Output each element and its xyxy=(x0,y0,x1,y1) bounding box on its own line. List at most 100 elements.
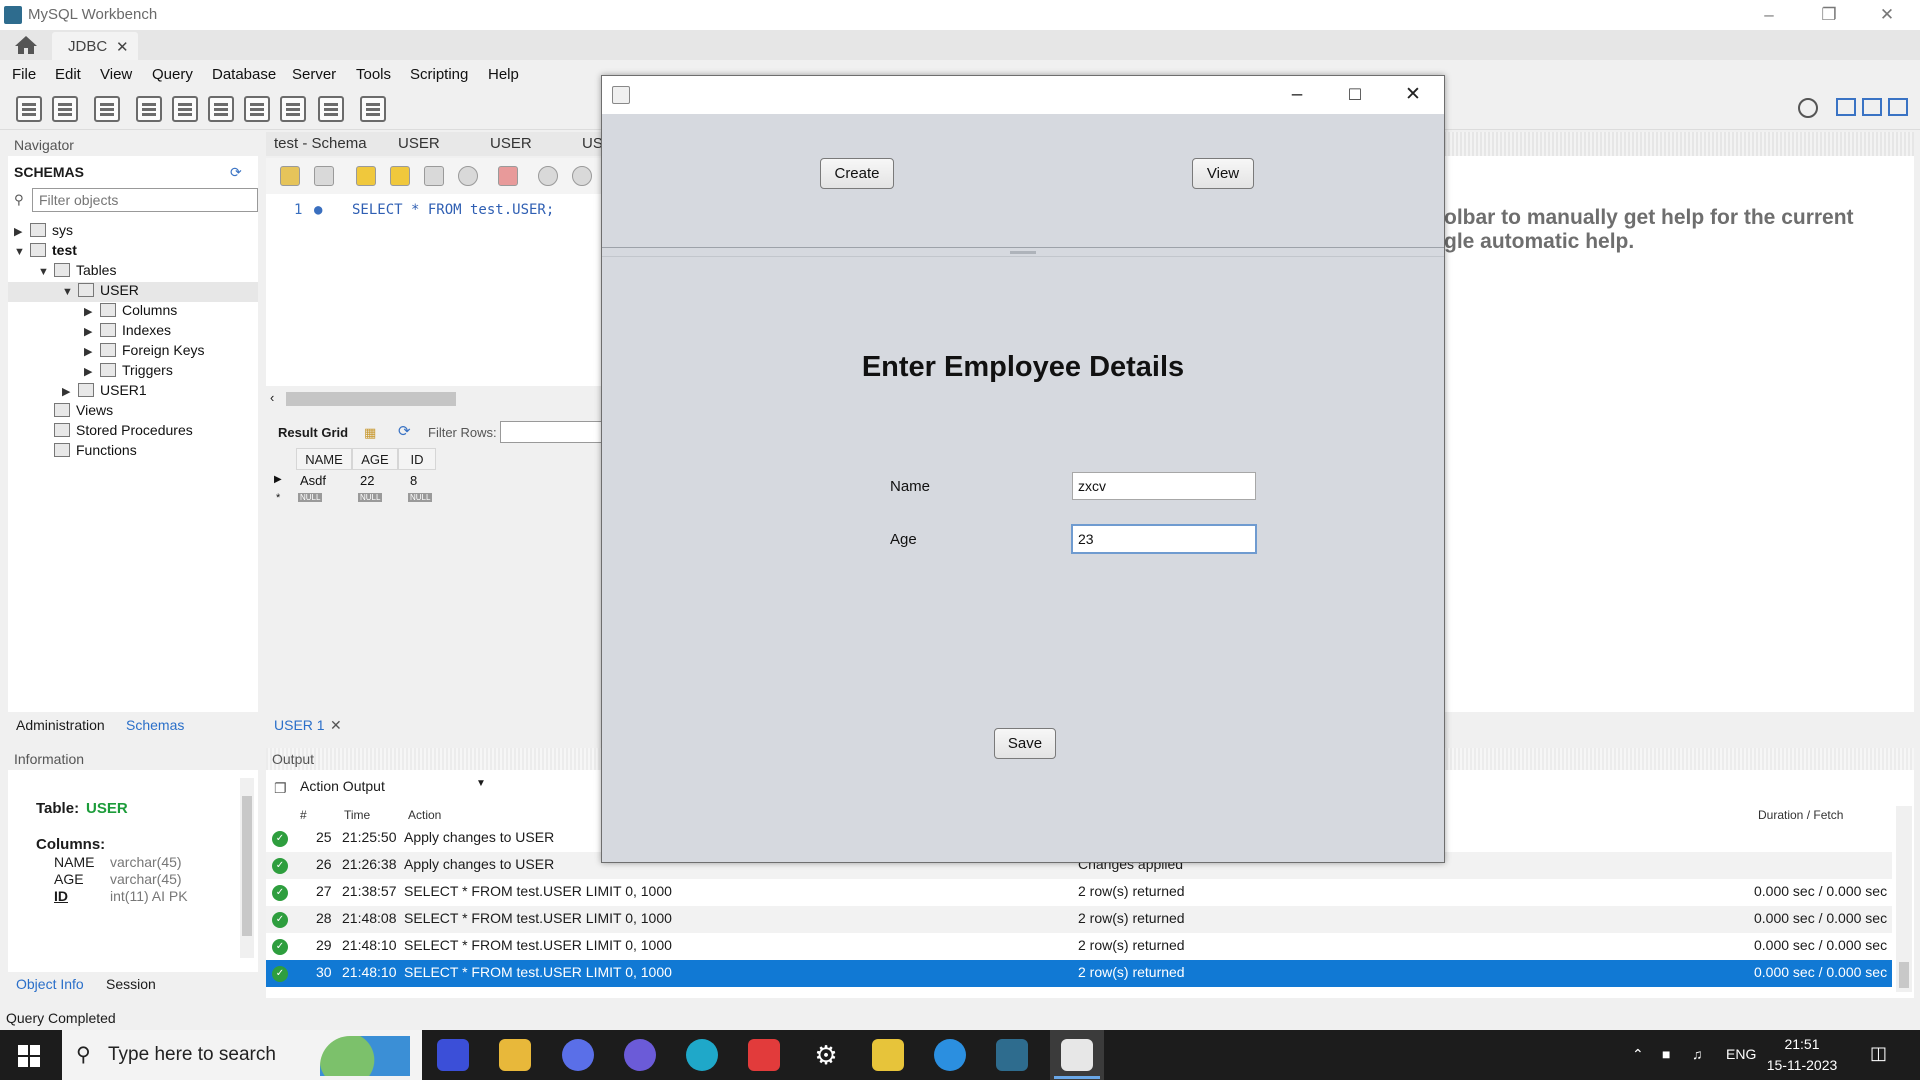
copy-icon[interactable]: ❐ xyxy=(274,780,287,797)
editor-horizontal-scrollbar[interactable]: ‹ xyxy=(266,390,606,408)
collapse-arrow-icon[interactable]: ▼ xyxy=(38,266,54,278)
menu-server[interactable]: Server xyxy=(292,66,336,83)
rollback-icon[interactable] xyxy=(572,166,592,186)
chrome-canary-icon[interactable] xyxy=(624,1039,656,1071)
tab-user-1[interactable]: USER 1 xyxy=(274,717,325,733)
table-cell[interactable]: 8 xyxy=(410,473,417,488)
create-schema-icon[interactable] xyxy=(136,96,162,122)
windows-start-icon[interactable] xyxy=(18,1045,40,1067)
toggle-errors-icon[interactable] xyxy=(498,166,518,186)
filter-rows-input[interactable] xyxy=(500,421,606,443)
close-button[interactable]: ✕ xyxy=(1858,0,1916,30)
create-procedure-icon[interactable] xyxy=(244,96,270,122)
tab-jdbc[interactable]: JDBC ✕ xyxy=(52,32,138,60)
preferences-icon[interactable] xyxy=(1798,98,1818,118)
menu-file[interactable]: File xyxy=(12,66,36,83)
menu-edit[interactable]: Edit xyxy=(55,66,81,83)
chevron-up-icon[interactable]: ⌃ xyxy=(1632,1046,1644,1063)
mysql-workbench-taskbar-icon[interactable] xyxy=(996,1039,1028,1071)
output-row[interactable]: ✓ 27 21:38:57 SELECT * FROM test.USER LI… xyxy=(266,879,1892,906)
column-header[interactable]: NAME xyxy=(296,448,352,470)
java-app-taskbar-icon[interactable] xyxy=(1050,1030,1104,1080)
stop-icon[interactable] xyxy=(458,166,478,186)
tab-test-schema[interactable]: test - Schema xyxy=(274,135,367,152)
close-tab-icon[interactable]: ✕ xyxy=(116,38,129,56)
table-cell[interactable]: 22 xyxy=(360,473,374,488)
explain-icon[interactable] xyxy=(424,166,444,186)
create-function-icon[interactable] xyxy=(280,96,306,122)
output-row[interactable]: ✓ 29 21:48:10 SELECT * FROM test.USER LI… xyxy=(266,933,1892,960)
tab-schemas[interactable]: Schemas xyxy=(126,717,184,733)
expand-arrow-icon[interactable]: ▶ xyxy=(14,225,30,238)
table-cell[interactable]: Asdf xyxy=(300,473,326,488)
menu-view[interactable]: View xyxy=(100,66,132,83)
collapse-arrow-icon[interactable]: ▼ xyxy=(62,286,78,298)
expand-arrow-icon[interactable]: ▶ xyxy=(84,345,100,358)
tree-item-columns[interactable]: ▶ Columns xyxy=(84,302,177,322)
tree-item-user1[interactable]: ▶ USER1 xyxy=(62,382,147,402)
tree-item-user[interactable]: ▼ USER xyxy=(8,282,258,302)
view-button[interactable]: View xyxy=(1192,158,1254,189)
edge-icon[interactable] xyxy=(686,1039,718,1071)
tree-item-indexes[interactable]: ▶ Indexes xyxy=(84,322,171,342)
oracle-app-icon[interactable] xyxy=(748,1039,780,1071)
close-tab-icon[interactable]: ✕ xyxy=(330,717,342,734)
column-header[interactable]: ID xyxy=(398,448,436,470)
name-field[interactable]: zxcv xyxy=(1072,472,1256,500)
output-scrollbar[interactable] xyxy=(1896,806,1912,992)
system-clock[interactable]: 21:51 15-11-2023 xyxy=(1762,1034,1842,1076)
scroll-left-icon[interactable]: ‹ xyxy=(270,390,274,405)
docker-icon[interactable] xyxy=(934,1039,966,1071)
column-header[interactable]: AGE xyxy=(352,448,398,470)
virtualbox-icon[interactable] xyxy=(872,1039,904,1071)
menu-help[interactable]: Help xyxy=(488,66,519,83)
toggle-output-icon[interactable] xyxy=(1862,98,1882,116)
open-sql-script-icon[interactable] xyxy=(52,96,78,122)
output-row[interactable]: ✓ 28 21:48:08 SELECT * FROM test.USER LI… xyxy=(266,906,1892,933)
create-button[interactable]: Create xyxy=(820,158,894,189)
restore-button[interactable]: ❐ xyxy=(1800,0,1858,30)
tree-item-triggers[interactable]: ▶ Triggers xyxy=(84,362,173,382)
output-row-selected[interactable]: ✓ 30 21:48:10 SELECT * FROM test.USER LI… xyxy=(266,960,1892,987)
expand-arrow-icon[interactable]: ▶ xyxy=(84,365,100,378)
save-icon[interactable] xyxy=(314,166,334,186)
execute-icon[interactable] xyxy=(356,166,376,186)
commit-icon[interactable] xyxy=(538,166,558,186)
action-output-select[interactable]: Action Output ▼ xyxy=(300,778,490,800)
visual-studio-icon[interactable] xyxy=(437,1039,469,1071)
tree-item-test[interactable]: ▼ test xyxy=(14,242,77,262)
tree-item-stored-procedures[interactable]: Stored Procedures xyxy=(54,422,193,442)
tree-item-sys[interactable]: ▶ sys xyxy=(14,222,73,242)
search-table-data-icon[interactable] xyxy=(318,96,344,122)
menu-database[interactable]: Database xyxy=(212,66,276,83)
info-scrollbar-thumb[interactable] xyxy=(242,796,252,936)
expand-arrow-icon[interactable]: ▶ xyxy=(84,305,100,318)
home-icon[interactable] xyxy=(14,35,38,55)
notification-icon[interactable]: ◫ xyxy=(1870,1043,1887,1064)
dialog-close-button[interactable]: ✕ xyxy=(1384,76,1442,114)
null-badge[interactable]: NULL xyxy=(358,493,383,502)
tree-item-views[interactable]: Views xyxy=(54,402,113,422)
expand-arrow-icon[interactable]: ▶ xyxy=(62,385,78,398)
minimize-button[interactable]: – xyxy=(1740,0,1798,30)
taskbar-search-box[interactable]: ⚲ Type here to search xyxy=(62,1030,422,1080)
dialog-maximize-button[interactable]: □ xyxy=(1326,76,1384,114)
collapse-arrow-icon[interactable]: ▼ xyxy=(14,246,30,258)
language-indicator[interactable]: ENG xyxy=(1726,1046,1756,1062)
sql-editor[interactable]: 1 ● SELECT * FROM test.USER; xyxy=(266,194,606,386)
tree-item-functions[interactable]: Functions xyxy=(54,442,137,462)
refresh-schemas-icon[interactable]: ⟳ xyxy=(230,164,242,181)
result-grid-label[interactable]: Result Grid xyxy=(278,425,348,440)
tab-session[interactable]: Session xyxy=(106,976,156,992)
null-badge[interactable]: NULL xyxy=(408,493,433,502)
app-hexagon-icon[interactable] xyxy=(562,1039,594,1071)
create-table-icon[interactable] xyxy=(172,96,198,122)
sql-statement[interactable]: SELECT * FROM test.USER; xyxy=(352,202,554,218)
dialog-minimize-button[interactable]: – xyxy=(1268,76,1326,114)
tab-object-info[interactable]: Object Info xyxy=(16,976,84,992)
menu-tools[interactable]: Tools xyxy=(356,66,391,83)
tab-administration[interactable]: Administration xyxy=(16,717,105,733)
tab-user[interactable]: USER xyxy=(490,135,532,152)
tree-item-foreign-keys[interactable]: ▶ Foreign Keys xyxy=(84,342,204,362)
scrollbar-thumb[interactable] xyxy=(286,392,456,406)
